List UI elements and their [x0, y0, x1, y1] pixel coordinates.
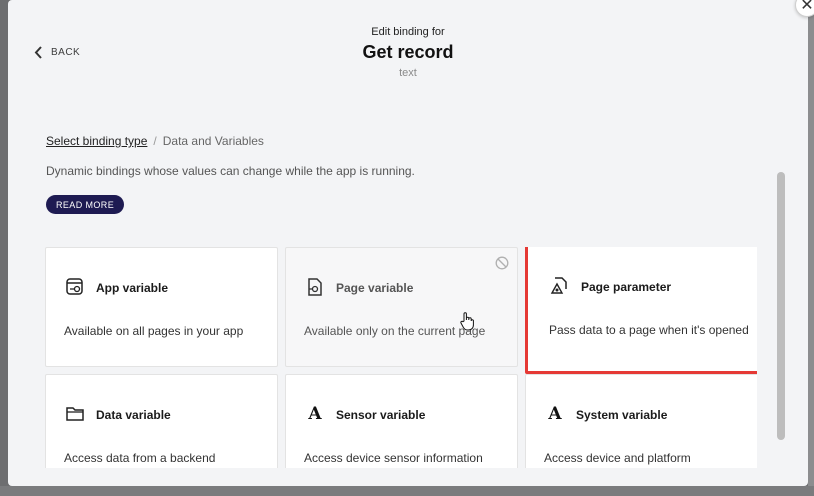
edit-binding-dialog: BACK Edit binding for Get record text Se… — [8, 0, 808, 486]
card-page-parameter[interactable]: Page parameter Pass data to a page when … — [525, 247, 757, 374]
card-description: Access device sensor information — [304, 451, 483, 465]
card-description: Pass data to a page when it's opened — [549, 323, 749, 337]
breadcrumb: Select binding type / Data and Variables — [46, 134, 264, 148]
card-title: Sensor variable — [336, 408, 426, 422]
dialog-title: Get record — [362, 42, 454, 62]
read-more-button[interactable]: READ MORE — [46, 195, 125, 214]
card-title: Page variable — [336, 281, 414, 295]
scrollbar[interactable] — [776, 170, 786, 468]
card-title: Data variable — [96, 408, 171, 422]
scrollbar-thumb[interactable] — [777, 172, 785, 440]
backdrop-bottom — [0, 486, 814, 496]
card-data-variable[interactable]: Data variable Access data from a backend — [45, 374, 278, 468]
backdrop-right — [808, 0, 814, 496]
card-page-variable[interactable]: Page variable Available only on the curr… — [285, 247, 518, 367]
breadcrumb-current: Data and Variables — [162, 134, 264, 148]
folder-icon — [64, 403, 86, 425]
page-variable-icon — [304, 276, 326, 298]
hand-cursor-icon — [460, 312, 474, 331]
card-description: Access data from a backend — [64, 451, 216, 465]
formula-a-icon: A — [548, 404, 562, 424]
breadcrumb-separator: / — [153, 134, 157, 148]
card-title: App variable — [96, 281, 169, 295]
binding-type-label: text — [399, 67, 417, 79]
disabled-icon — [495, 256, 509, 270]
section-description: Dynamic bindings whose values can change… — [46, 164, 415, 178]
card-app-variable[interactable]: App variable Available on all pages in y… — [45, 247, 278, 367]
card-title: System variable — [576, 408, 668, 422]
dialog-subtitle: Edit binding for — [371, 26, 445, 38]
close-icon: ✕ — [800, 0, 814, 14]
card-system-variable[interactable]: A System variable Access device and plat… — [525, 374, 757, 468]
breadcrumb-select-binding-type[interactable]: Select binding type — [46, 134, 147, 148]
app-variable-icon — [64, 276, 86, 298]
card-title: Page parameter — [581, 280, 672, 294]
dialog-header: Edit binding for Get record text — [8, 26, 808, 79]
page-parameter-icon — [548, 275, 570, 297]
binding-card-grid: App variable Available on all pages in y… — [45, 247, 757, 468]
card-description: Access device and platform information — [544, 451, 691, 468]
formula-a-icon: A — [308, 404, 322, 424]
card-description: Available on all pages in your app — [64, 324, 244, 338]
card-sensor-variable[interactable]: A Sensor variable Access device sensor i… — [285, 374, 518, 468]
